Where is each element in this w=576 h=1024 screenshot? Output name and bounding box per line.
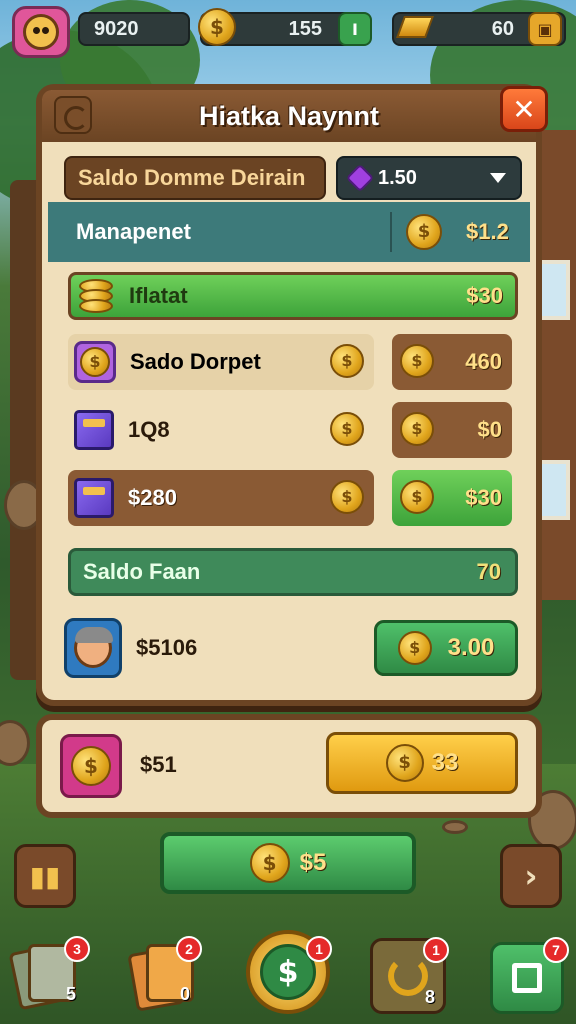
hero-face-icon xyxy=(74,627,113,668)
nav-item-inventory[interactable]: 3 5 xyxy=(8,936,90,1014)
section-value: $1.2 xyxy=(466,219,509,244)
chevron-down-icon xyxy=(490,173,506,183)
map-icon xyxy=(512,963,542,993)
coin-icon: $ xyxy=(400,412,434,446)
pause-icon: ▮▮ xyxy=(29,859,61,893)
coin-icon: $ xyxy=(400,344,434,378)
nav-count: 5 xyxy=(66,984,77,1004)
highlight-value: $30 xyxy=(466,283,503,308)
purchase-label: $51 xyxy=(140,752,177,777)
purchase-button-label: 33 xyxy=(431,749,459,776)
pause-button[interactable]: ▮▮ xyxy=(14,844,76,908)
price-value: $30 xyxy=(465,485,502,510)
coin-stack-icon xyxy=(79,277,113,313)
coin-pack-icon[interactable]: $ xyxy=(60,734,122,798)
coin-icon: $ xyxy=(249,843,290,883)
list-item[interactable]: $ Sado Dorpet $ xyxy=(68,334,374,390)
purchase-button[interactable]: $ 33 xyxy=(326,732,518,794)
coin-icon: $ xyxy=(330,412,364,446)
section-divider xyxy=(390,212,392,252)
gem-icon xyxy=(345,163,375,193)
panel-header: Hiatka Naynnt ✕ xyxy=(42,86,548,142)
reward-claim-button[interactable]: $ 3.00 xyxy=(374,620,518,676)
coin-icon: $ xyxy=(198,8,236,46)
price-tag[interactable]: $ $30 xyxy=(392,470,512,526)
list-item[interactable]: $280 $ xyxy=(68,470,374,526)
notification-badge: 1 xyxy=(306,936,332,962)
shop-panel: Hiatka Naynnt ✕ Saldo Domme Deirain 1.50… xyxy=(36,84,548,706)
hero-avatar[interactable] xyxy=(64,618,122,678)
saldo-label: Saldo Faan xyxy=(83,559,201,584)
notification-badge: 3 xyxy=(64,936,90,962)
top-bar: 9020 155 $ I 60 ▣ xyxy=(0,0,576,58)
purchase-panel: $ $51 $ 33 xyxy=(36,714,542,818)
item-label: Sado Dorpet xyxy=(130,349,261,374)
treasure-box-icon xyxy=(74,410,114,450)
section-label: Manapenet xyxy=(76,219,191,244)
coin-icon: $ xyxy=(400,480,434,514)
spiral-icon xyxy=(54,96,92,134)
treasure-box-icon xyxy=(74,478,114,518)
saldo-value: 70 xyxy=(476,559,501,584)
player-avatar[interactable] xyxy=(12,6,70,58)
reward-button-label: 3.00 xyxy=(447,634,495,661)
nav-item-map[interactable]: 7 xyxy=(490,937,569,1014)
price-tag[interactable]: $ 460 xyxy=(392,334,512,390)
rope-icon xyxy=(388,956,428,996)
notification-badge: 1 xyxy=(423,937,449,963)
coin-value: 155 xyxy=(288,17,322,40)
nav-item-shop[interactable]: $ 1 xyxy=(246,930,332,1014)
score-counter: 9020 xyxy=(78,12,190,46)
nav-count: 0 xyxy=(180,984,191,1004)
balance-dropdown[interactable]: 1.50 xyxy=(336,156,522,200)
coin-icon: $ xyxy=(330,480,364,514)
list-item[interactable]: 1Q8 $ xyxy=(68,402,374,458)
collect-button-label: $5 xyxy=(299,849,327,876)
add-coins-label: I xyxy=(352,19,358,39)
saldo-row: Saldo Faan 70 xyxy=(68,548,518,596)
nav-count: 8 xyxy=(425,987,436,1007)
item-label: $280 xyxy=(128,485,177,510)
nav-item-cards[interactable]: 2 0 xyxy=(126,936,206,1014)
shop-icon: ▣ xyxy=(537,19,553,39)
coin-icon: $ xyxy=(406,214,442,250)
reward-row: $5106 xyxy=(64,616,197,680)
notification-badge: 2 xyxy=(176,936,202,962)
balance-value: 1.50 xyxy=(378,166,417,189)
coin-icon: $ xyxy=(330,344,364,378)
next-button[interactable]: › xyxy=(500,844,562,908)
highlight-row[interactable]: Iflatat $30 xyxy=(68,272,518,320)
price-value: 460 xyxy=(465,349,502,374)
add-coins-button[interactable]: I xyxy=(338,12,372,46)
balance-label: Saldo Domme Deirain xyxy=(64,156,326,200)
gold-value: 60 xyxy=(491,17,514,40)
highlight-label: Iflatat xyxy=(129,283,188,308)
shop-button[interactable]: ▣ xyxy=(528,12,562,46)
score-value: 9020 xyxy=(94,17,139,40)
avatar-face-icon xyxy=(23,14,59,50)
notification-badge: 7 xyxy=(543,937,569,963)
nav-item-quests[interactable]: 1 8 xyxy=(370,937,449,1014)
coin-icon: $ xyxy=(397,631,432,665)
coin-card-icon: $ xyxy=(74,341,116,383)
close-icon: ✕ xyxy=(512,92,536,126)
collect-button[interactable]: $ $5 xyxy=(160,832,416,894)
price-value: $0 xyxy=(477,417,502,442)
coin-icon: $ xyxy=(385,744,424,782)
section-header: Manapenet $ $1.2 xyxy=(48,202,530,262)
reward-label: $5106 xyxy=(136,635,198,660)
close-button[interactable]: ✕ xyxy=(500,86,548,132)
chevron-right-icon: › xyxy=(524,857,538,895)
price-tag[interactable]: $ $0 xyxy=(392,402,512,458)
panel-title: Hiatka Naynnt xyxy=(198,100,380,131)
item-label: 1Q8 xyxy=(128,417,170,442)
